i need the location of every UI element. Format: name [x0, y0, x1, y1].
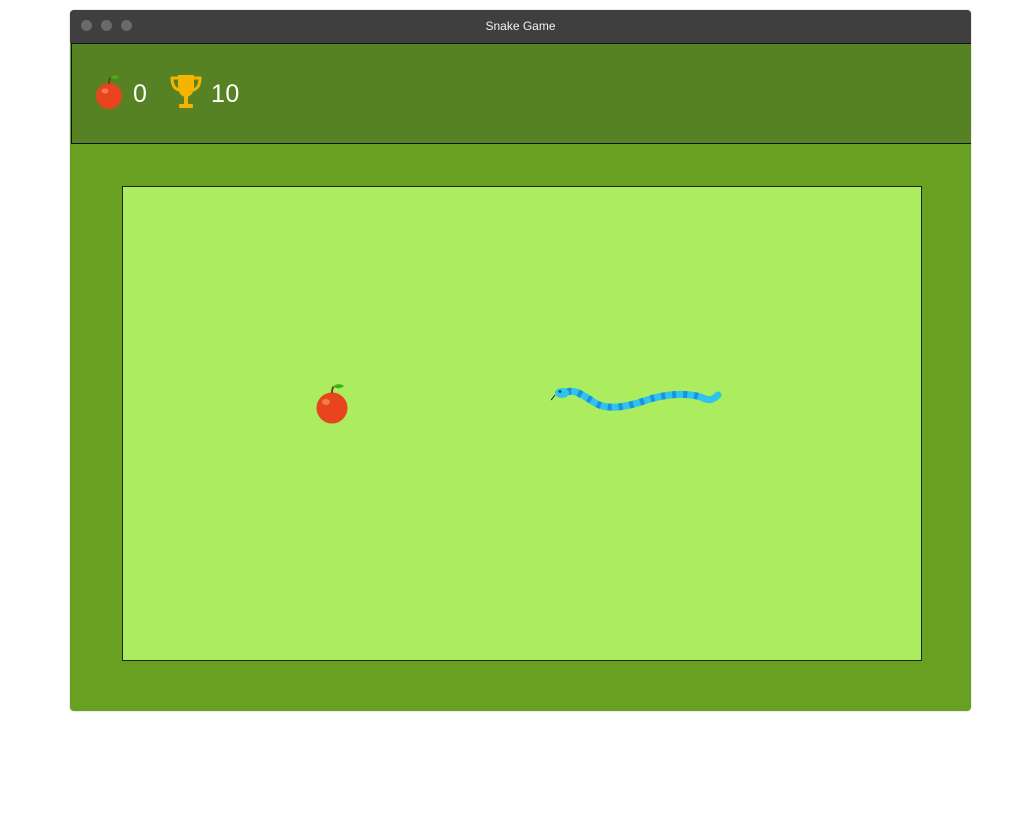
game-board[interactable]: [122, 186, 922, 661]
apple-food: [315, 383, 349, 430]
high-score: 10: [170, 44, 240, 144]
score-value: 0: [133, 79, 148, 108]
current-score: 0: [94, 44, 147, 144]
game-window: Snake Game 0 10: [70, 10, 971, 711]
apple-icon: [94, 74, 124, 115]
snake: [550, 383, 723, 424]
title-bar: Snake Game: [70, 10, 971, 43]
high-score-value: 10: [211, 79, 240, 108]
score-bar: 0 10: [71, 43, 971, 144]
trophy-icon: [170, 73, 202, 116]
window-title: Snake Game: [485, 19, 556, 33]
